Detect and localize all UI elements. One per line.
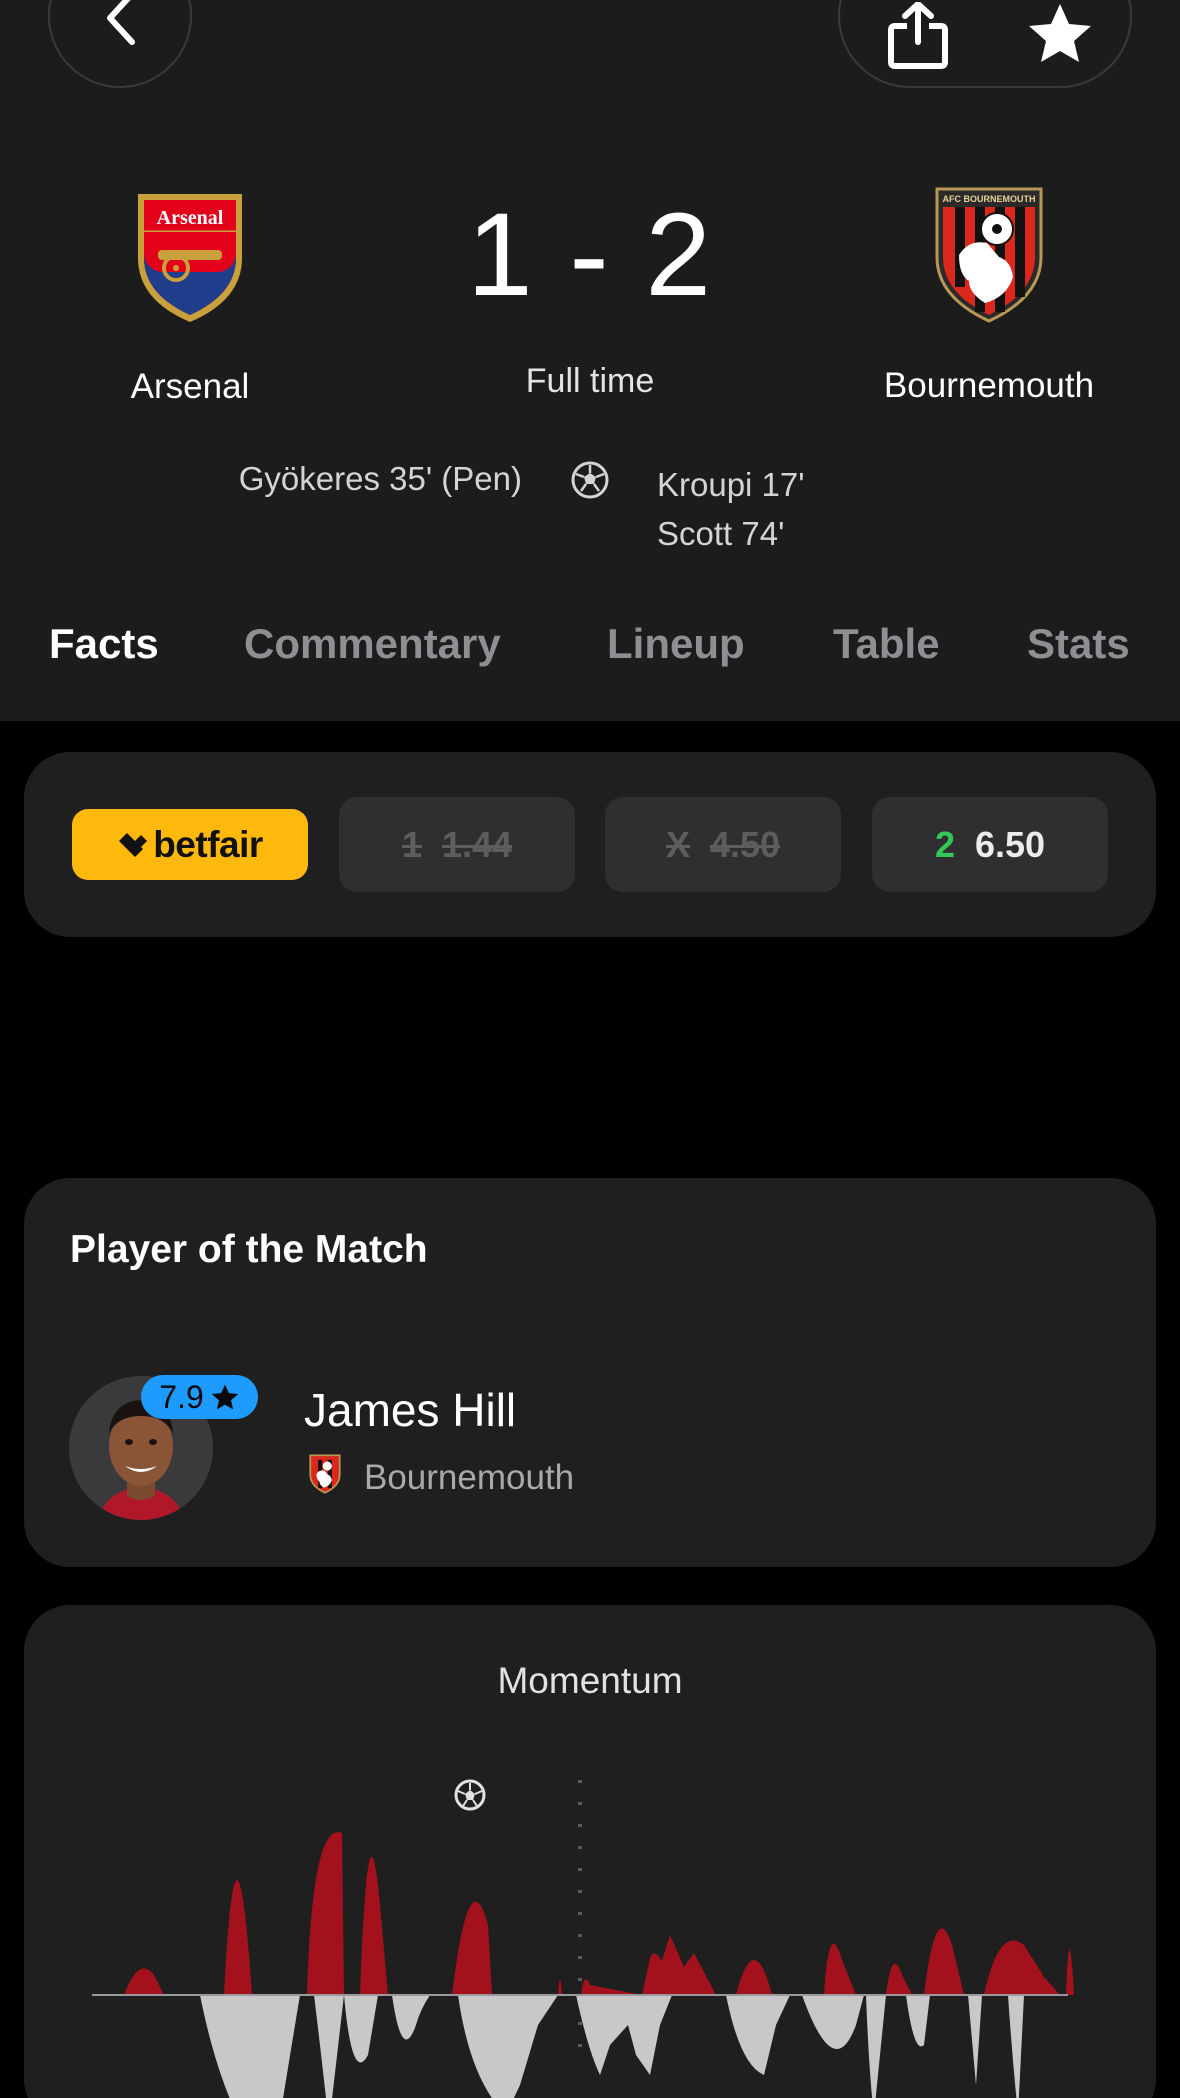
momentum-home-area — [144, 1995, 1024, 2098]
tab-commentary[interactable]: Commentary — [244, 620, 501, 668]
match-tabs: Facts Commentary Lineup Table Stats — [0, 620, 1180, 680]
betfair-wordmark: betfair — [153, 823, 263, 865]
player-rating-badge: 7.9 — [141, 1375, 258, 1419]
back-button[interactable] — [48, 0, 192, 88]
odds-home[interactable]: 1 1.44 — [339, 797, 575, 892]
header-actions — [838, 0, 1132, 88]
home-scorers: Gyökeres 35' (Pen) — [0, 460, 522, 498]
odds-away-key: 2 — [934, 823, 955, 865]
odds-home-key: 1 — [401, 823, 422, 865]
odds-away-value: 6.50 — [974, 823, 1046, 865]
odds-away[interactable]: 2 6.50 — [872, 797, 1108, 892]
player-rating: 7.9 — [159, 1378, 204, 1415]
match-header: Arsenal Arsenal 1 - 2 Full time AFC BOUR… — [0, 0, 1180, 721]
star-icon — [211, 1384, 239, 1410]
away-scorer: Scott 74' — [657, 515, 785, 552]
tab-facts[interactable]: Facts — [49, 620, 159, 668]
player-of-match-card[interactable]: Player of the Match 7.9 James Hill Bourn… — [24, 1178, 1156, 1567]
football-icon — [571, 461, 609, 499]
away-team[interactable]: AFC BOURNEMOUTH Bournemouth — [849, 185, 1129, 406]
away-team-name: Bournemouth — [883, 366, 1095, 405]
odds-draw-key: X — [665, 823, 690, 865]
bournemouth-crest-icon — [309, 1454, 341, 1494]
score: 1 - 2 — [466, 189, 714, 321]
odds-home-value: 1.44 — [441, 823, 513, 865]
home-team[interactable]: Arsenal Arsenal — [50, 188, 330, 407]
momentum-card: Momentum — [24, 1605, 1156, 2098]
tab-table[interactable]: Table — [833, 620, 940, 668]
match-status: Full time — [525, 362, 655, 400]
arsenal-crest-icon: Arsenal — [138, 194, 242, 322]
odds-draw[interactable]: X 4.50 — [605, 797, 841, 892]
away-scorer: Kroupi 17' — [657, 466, 805, 503]
home-team-name: Arsenal — [130, 367, 250, 406]
player-team: Bournemouth — [364, 1458, 575, 1497]
tab-lineup[interactable]: Lineup — [607, 620, 745, 668]
tab-stats[interactable]: Stats — [1027, 620, 1130, 668]
player-name: James Hill — [304, 1384, 517, 1436]
home-scorer: Gyökeres 35' (Pen) — [238, 460, 522, 497]
player-of-match-title: Player of the Match — [70, 1228, 428, 1271]
momentum-away-area — [92, 1832, 1074, 1995]
goal-marker-icon — [454, 1779, 486, 1811]
favorite-button[interactable] — [1020, 2, 1100, 72]
star-icon — [1029, 4, 1091, 62]
betfair-logo[interactable]: betfair — [72, 809, 308, 880]
svg-text:Arsenal: Arsenal — [157, 207, 224, 229]
chevron-left-icon — [107, 0, 135, 45]
share-button[interactable] — [878, 2, 958, 72]
svg-text:AFC BOURNEMOUTH: AFC BOURNEMOUTH — [943, 194, 1036, 204]
bournemouth-crest-icon: AFC BOURNEMOUTH — [935, 187, 1043, 323]
momentum-graph — [92, 1779, 1074, 2098]
share-icon — [888, 2, 948, 69]
odds-card: betfair 1 1.44 X 4.50 2 6.50 — [24, 752, 1156, 937]
odds-draw-value: 4.50 — [709, 823, 781, 865]
betfair-diamond-icon — [119, 832, 148, 857]
away-scorers: Kroupi 17' Scott 74' — [657, 460, 805, 558]
